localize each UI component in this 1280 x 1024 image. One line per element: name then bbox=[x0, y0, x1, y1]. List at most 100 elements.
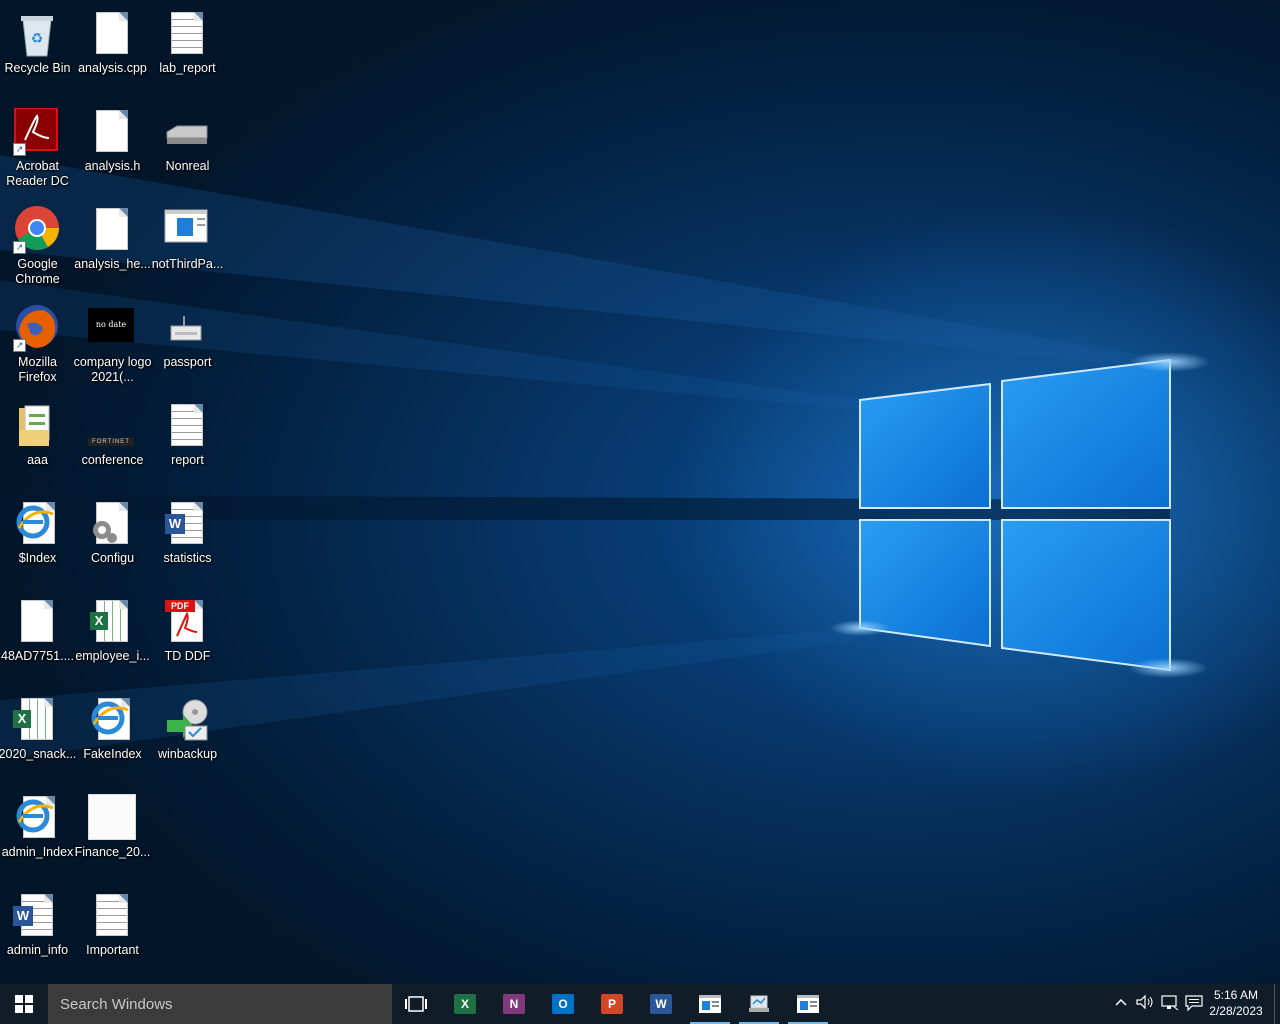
aaa-folder[interactable]: aaa bbox=[0, 396, 75, 492]
nonreal-drive[interactable]: Nonreal bbox=[150, 102, 225, 198]
icon-label: report bbox=[171, 453, 204, 467]
show-hidden-icons-button[interactable] bbox=[1114, 992, 1128, 1015]
folder-icon bbox=[13, 402, 61, 450]
winbackup-shortcut[interactable]: winbackup bbox=[150, 690, 225, 786]
powerpoint-icon: P bbox=[601, 994, 623, 1014]
show-desktop-button[interactable] bbox=[1274, 984, 1280, 1024]
configu-file[interactable]: Configu bbox=[75, 494, 150, 590]
taskbar-excel[interactable]: X bbox=[441, 984, 489, 1024]
lab-report-file[interactable]: lab_report bbox=[150, 4, 225, 100]
drive-icon bbox=[163, 108, 211, 156]
icon-label: winbackup bbox=[157, 747, 218, 761]
window-file-icon bbox=[163, 206, 211, 254]
notification-icon bbox=[1185, 995, 1203, 1012]
48ad7751-file[interactable]: 48AD7751.... bbox=[0, 592, 75, 688]
svg-text:♻: ♻ bbox=[31, 30, 44, 46]
passport-file[interactable]: passport bbox=[150, 298, 225, 394]
internet-explorer-icon bbox=[13, 794, 61, 842]
icon-label: aaa bbox=[27, 453, 48, 467]
icon-label: lab_report bbox=[159, 61, 216, 75]
icon-label: TD DDF bbox=[164, 649, 211, 663]
app-window-icon bbox=[797, 995, 819, 1013]
taskbar-search[interactable] bbox=[48, 984, 392, 1024]
admin-index-file[interactable]: admin_Index bbox=[0, 788, 75, 884]
internet-explorer-icon bbox=[88, 696, 136, 744]
volume-button[interactable] bbox=[1135, 992, 1155, 1015]
analysis-h-file[interactable]: analysis.h bbox=[75, 102, 150, 198]
start-button[interactable] bbox=[0, 984, 48, 1024]
outlook-icon: O bbox=[552, 994, 574, 1014]
network-button[interactable] bbox=[1160, 992, 1180, 1015]
google-chrome-shortcut[interactable]: ↗ Google Chrome bbox=[0, 200, 75, 296]
employee-file[interactable]: X employee_i... bbox=[75, 592, 150, 688]
shortcut-arrow-icon: ↗ bbox=[13, 339, 26, 352]
icon-label: 48AD7751.... bbox=[1, 649, 74, 663]
image-thumbnail-icon: FORTINET bbox=[88, 402, 136, 450]
icon-label: Google Chrome bbox=[15, 257, 60, 286]
taskbar-onenote[interactable]: N bbox=[490, 984, 538, 1024]
network-icon bbox=[1161, 995, 1179, 1011]
icon-label: admin_Index bbox=[1, 845, 74, 859]
word-file-icon: W bbox=[13, 892, 61, 940]
analysis-cpp-file[interactable]: analysis.cpp bbox=[75, 4, 150, 100]
acrobat-icon: ↗ bbox=[13, 107, 61, 156]
icon-label: statistics bbox=[163, 551, 212, 565]
icon-label: Finance_20... bbox=[74, 845, 151, 859]
icon-label: Configu bbox=[90, 551, 135, 565]
excel-file-icon: X bbox=[13, 696, 61, 744]
text-file-icon bbox=[163, 10, 211, 58]
taskbar-window-3[interactable] bbox=[784, 984, 832, 1024]
excel-icon: X bbox=[454, 994, 476, 1014]
td-ddf-file[interactable]: PDF TD DDF bbox=[150, 592, 225, 688]
task-view-button[interactable] bbox=[392, 984, 440, 1024]
report-file[interactable]: report bbox=[150, 396, 225, 492]
search-input[interactable] bbox=[48, 984, 390, 1024]
system-clock[interactable]: 5:16 AM 2/28/2023 bbox=[1206, 987, 1266, 1019]
admin-info-file[interactable]: W admin_info bbox=[0, 886, 75, 982]
word-icon: W bbox=[650, 994, 672, 1014]
icon-label: notThirdPa... bbox=[151, 257, 224, 271]
action-center-button[interactable] bbox=[1184, 992, 1204, 1015]
statistics-file[interactable]: W statistics bbox=[150, 494, 225, 590]
pdf-file-icon: PDF bbox=[163, 598, 211, 646]
acrobat-reader-shortcut[interactable]: ↗ Acrobat Reader DC bbox=[0, 102, 75, 198]
icon-label: FakeIndex bbox=[83, 747, 142, 761]
2020-snack-file[interactable]: X 2020_snack... bbox=[0, 690, 77, 786]
image-thumbnail-icon bbox=[88, 794, 136, 842]
text-file-icon bbox=[163, 402, 211, 450]
printer-icon bbox=[163, 304, 211, 352]
icon-label: employee_i... bbox=[75, 649, 150, 663]
taskbar-word[interactable]: W bbox=[637, 984, 685, 1024]
shortcut-arrow-icon: ↗ bbox=[13, 241, 26, 254]
taskbar-window-1[interactable] bbox=[686, 984, 734, 1024]
config-file-icon bbox=[88, 500, 136, 548]
excel-file-icon: X bbox=[88, 598, 136, 646]
clock-date: 2/28/2023 bbox=[1209, 1004, 1263, 1018]
image-thumbnail-icon: no date bbox=[88, 304, 136, 352]
windows-start-icon bbox=[15, 995, 33, 1013]
recycle-bin-shortcut[interactable]: ♻ Recycle Bin bbox=[0, 4, 75, 100]
internet-explorer-icon bbox=[13, 500, 61, 548]
taskbar-powerpoint[interactable]: P bbox=[588, 984, 636, 1024]
taskbar-window-2[interactable] bbox=[735, 984, 783, 1024]
icon-label: 2020_snack... bbox=[0, 747, 77, 761]
important-file[interactable]: Important bbox=[75, 886, 150, 982]
finance-file[interactable]: Finance_20... bbox=[75, 788, 150, 884]
task-view-icon bbox=[405, 996, 427, 1012]
index-file[interactable]: $Index bbox=[0, 494, 75, 590]
blank-file-icon bbox=[13, 598, 61, 646]
firefox-icon: ↗ bbox=[13, 304, 61, 352]
icon-label: analysis_he... bbox=[74, 257, 151, 271]
chrome-icon: ↗ bbox=[13, 206, 61, 254]
shortcut-arrow-icon: ↗ bbox=[13, 143, 26, 156]
conference-file[interactable]: FORTINET conference bbox=[75, 396, 150, 492]
blank-file-icon bbox=[88, 10, 136, 58]
company-logo-file[interactable]: no date company logo 2021(... bbox=[74, 298, 151, 394]
recycle-bin-icon: ♻ bbox=[13, 10, 61, 58]
analysis-he-file[interactable]: analysis_he... bbox=[74, 200, 151, 296]
mozilla-firefox-shortcut[interactable]: ↗ Mozilla Firefox bbox=[0, 298, 75, 394]
taskbar-outlook[interactable]: O bbox=[539, 984, 587, 1024]
app-window-icon bbox=[699, 995, 721, 1013]
fakeindex-file[interactable]: FakeIndex bbox=[75, 690, 150, 786]
notthirdparty-file[interactable]: notThirdPa... bbox=[150, 200, 225, 296]
